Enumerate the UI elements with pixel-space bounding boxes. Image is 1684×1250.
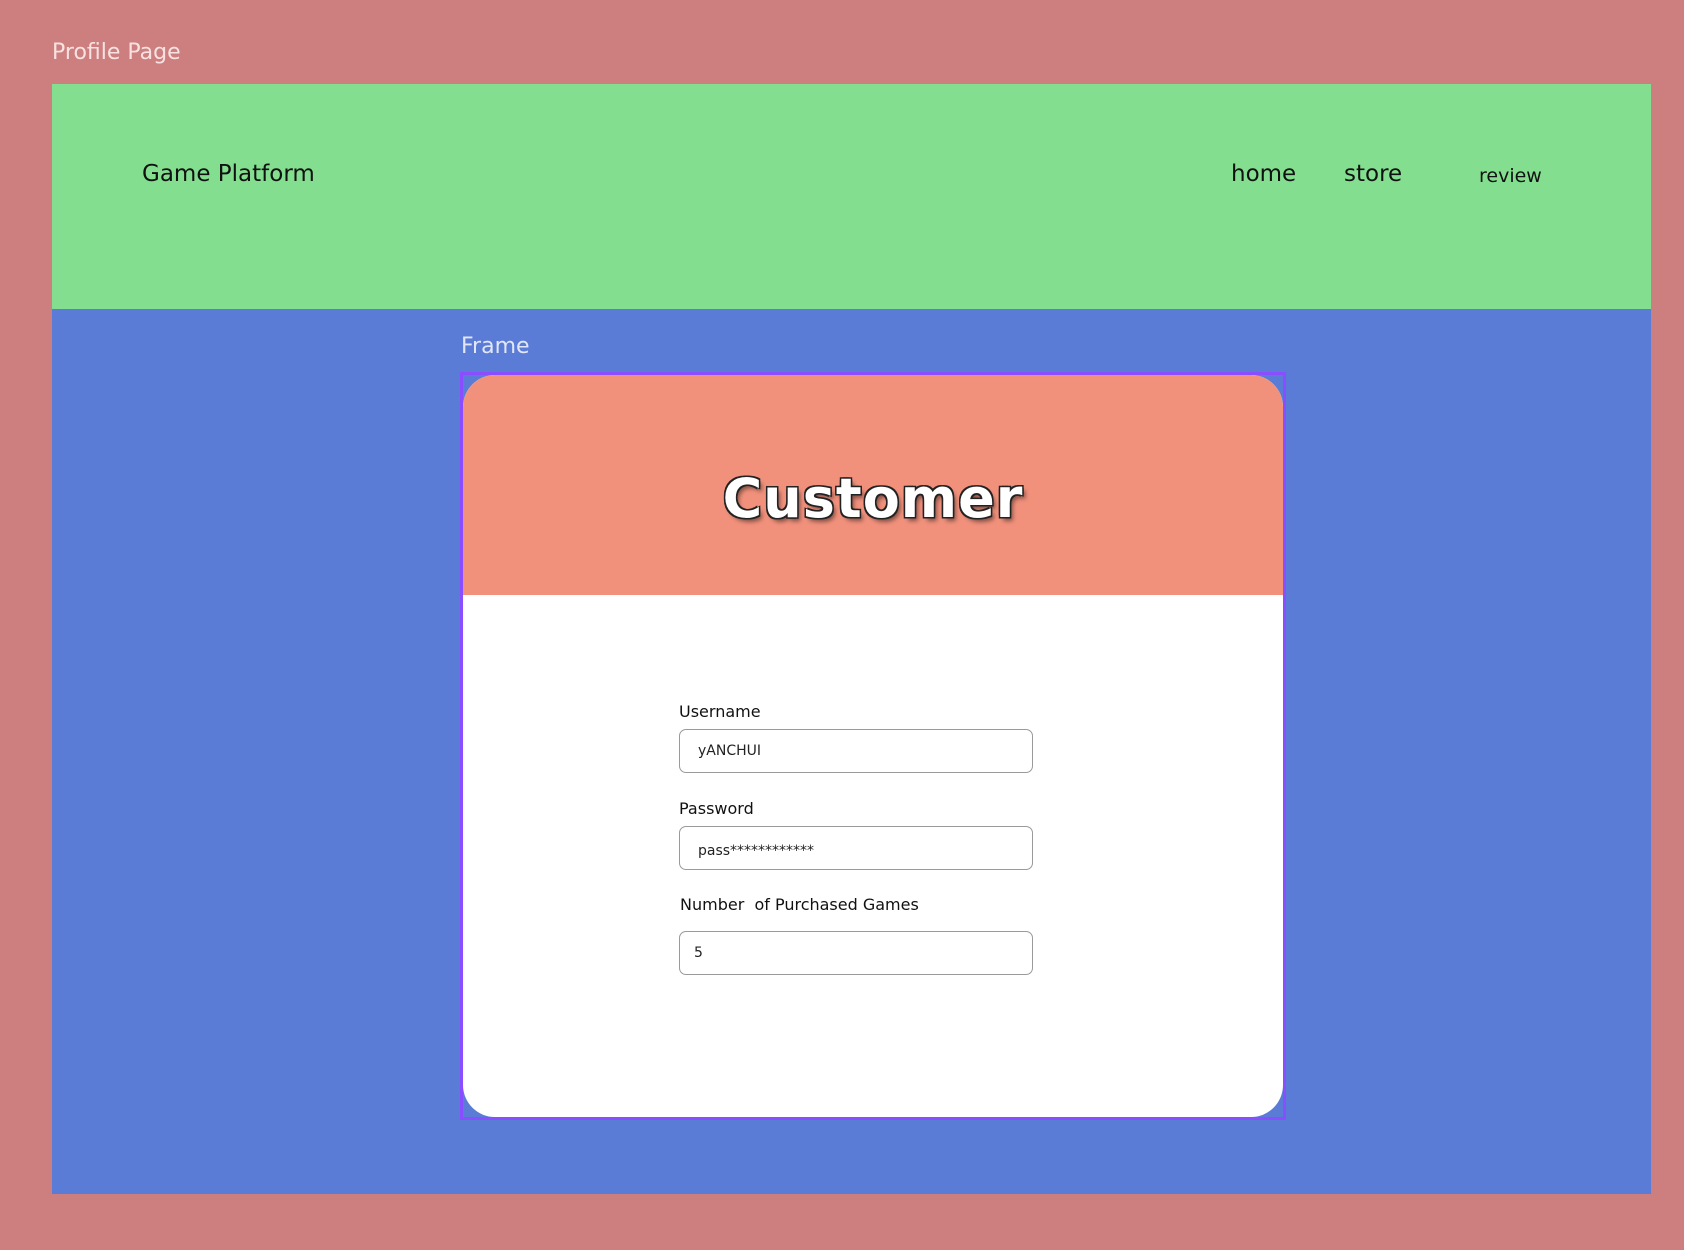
customer-card: Customer Username Password Number of Pur… [463,375,1283,1117]
purchased-games-label: Number of Purchased Games [680,895,919,914]
profile-page-canvas: Game Platform home store review Frame Cu… [52,84,1651,1194]
username-label: Username [679,702,761,721]
nav-link-review[interactable]: review [1479,165,1542,187]
purchased-games-input[interactable] [679,931,1033,975]
password-label: Password [679,799,754,818]
nav-link-store[interactable]: store [1344,161,1402,187]
brand-title: Game Platform [142,161,315,187]
top-nav: Game Platform home store review [52,84,1651,309]
password-input[interactable] [679,826,1033,870]
username-input[interactable] [679,729,1033,773]
card-header: Customer [463,375,1283,595]
nav-link-home[interactable]: home [1231,161,1296,187]
card-title: Customer [722,467,1024,530]
frame-label: Frame [461,334,530,359]
page-label: Profile Page [52,40,181,65]
selected-frame: Customer Username Password Number of Pur… [460,372,1286,1120]
